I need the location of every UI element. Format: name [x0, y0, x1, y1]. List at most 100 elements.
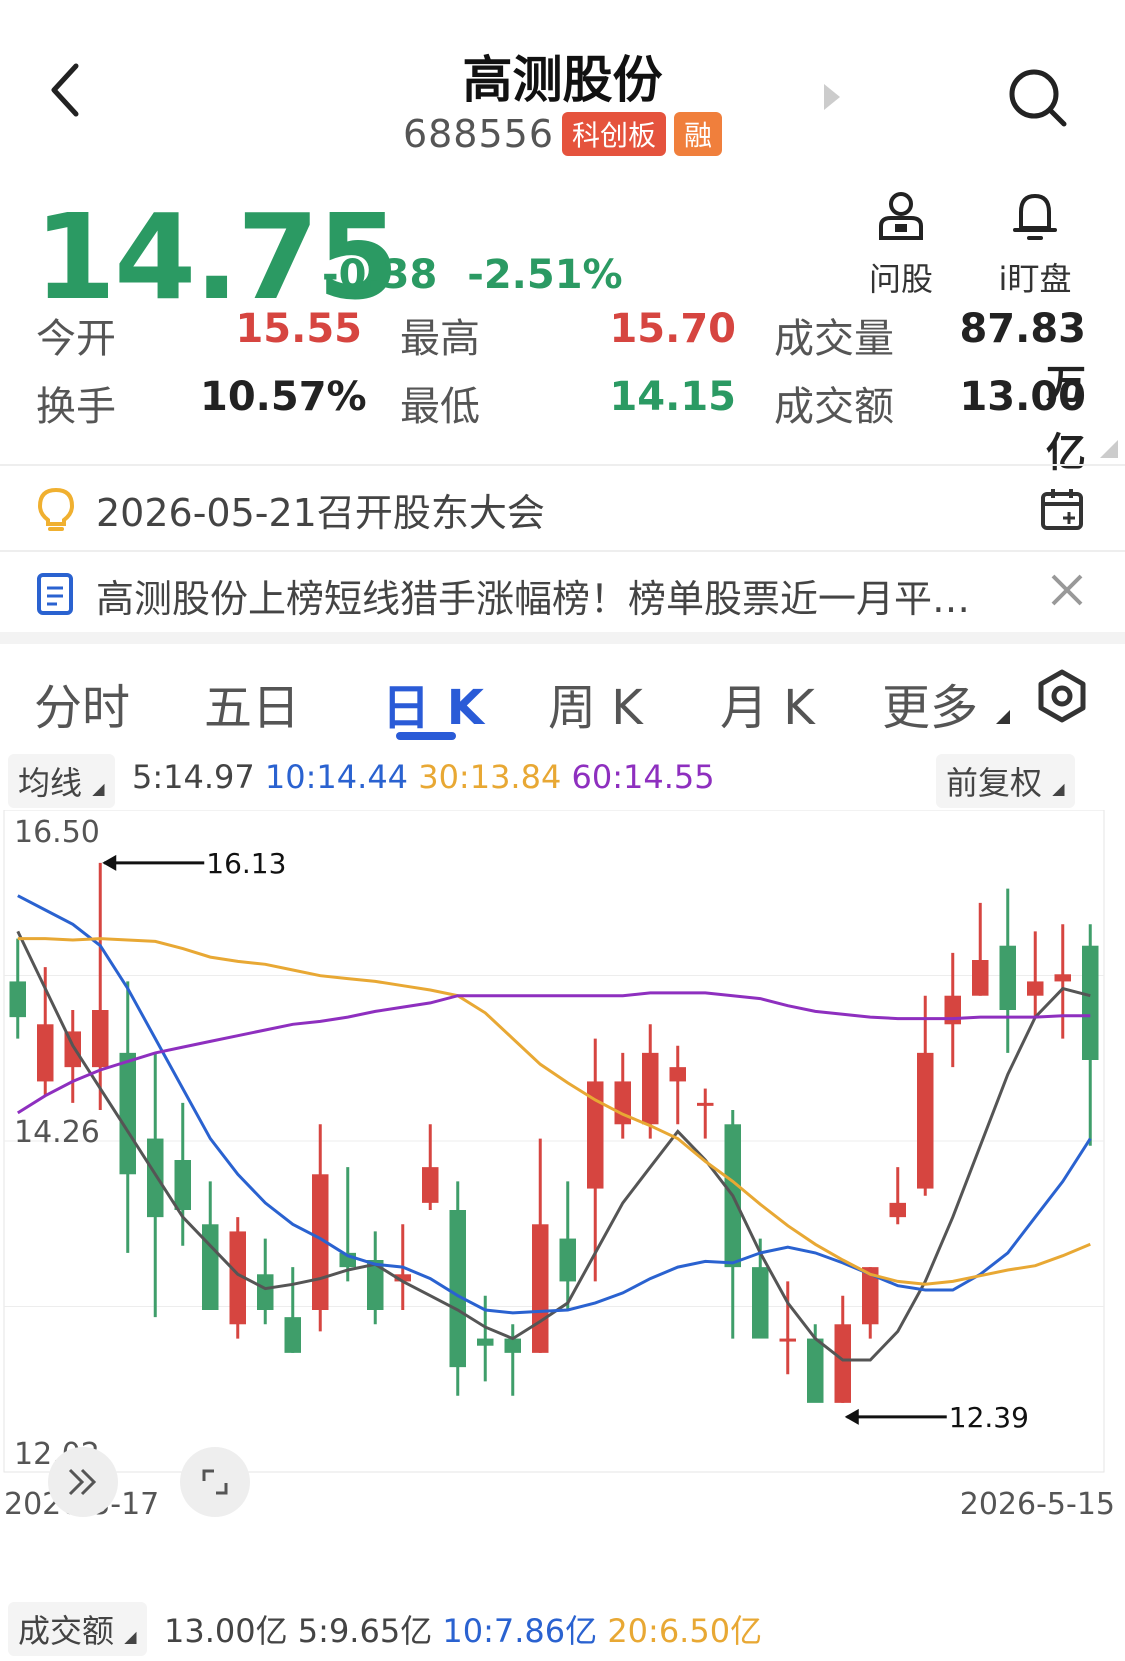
tab-week-k[interactable]: 周 K	[548, 668, 643, 738]
volume-dropdown[interactable]: 成交额 ◢	[8, 1602, 147, 1656]
dropdown-corner-icon: ◢	[1052, 779, 1065, 798]
tab-day-k[interactable]: 日 K	[382, 668, 484, 738]
expand-corner-icon[interactable]	[1100, 440, 1118, 458]
candle-body	[1082, 945, 1099, 1060]
y-axis-label-mid: 14.26	[14, 1115, 100, 1150]
ma60-value: 60:14.55	[571, 758, 715, 796]
volume-dropdown-label: 成交额	[18, 1612, 115, 1650]
max-annotation-arrow	[102, 854, 117, 871]
candle-body	[147, 1138, 164, 1218]
kline-chart[interactable]: 16.5014.2612.022026-3-172026-5-1516.1312…	[0, 810, 1125, 1562]
volume-values: 13.00亿 5:9.65亿 10:7.86亿 20:6.50亿	[164, 1606, 762, 1652]
fullscreen-button[interactable]	[180, 1447, 250, 1517]
volume-label: 成交量	[774, 316, 894, 362]
candle-body	[119, 1052, 136, 1175]
candle-body	[532, 1224, 549, 1353]
lightbulb-icon	[37, 487, 75, 531]
ma5-value: 5:14.97	[132, 758, 255, 796]
ask-stock-button[interactable]: 问股	[846, 190, 956, 300]
tab-five-day[interactable]: 五日	[204, 668, 300, 738]
quote-panel: 14.75 -0.38 -2.51% 问股 i盯盘 今开 15.55 最高 15…	[0, 170, 1125, 476]
high-label: 最高	[400, 316, 480, 362]
dropdown-corner-icon: ◢	[92, 779, 105, 798]
x-axis-label-end: 2026-5-15	[960, 1487, 1115, 1522]
change-amount: -0.38	[322, 252, 438, 298]
next-stock-icon[interactable]	[822, 82, 842, 116]
change-percent: -2.51%	[467, 252, 623, 298]
candle-body	[1054, 974, 1071, 982]
candle-body	[37, 1024, 54, 1082]
open-label: 今开	[36, 316, 116, 362]
notice-news-text: 高测股份上榜短线猎手涨幅榜！榜单股票近一月平…	[96, 577, 971, 621]
board-tag: 科创板	[562, 112, 667, 156]
calendar-add-icon[interactable]	[1039, 486, 1085, 532]
adjust-dropdown-label: 前复权	[946, 764, 1043, 802]
ma-indicator-bar: 均线 ◢ 5:14.97 10:14.44 30:13.84 60:14.55 …	[0, 752, 1125, 808]
candle-body	[422, 1167, 439, 1203]
tab-month-k[interactable]: 月 K	[720, 668, 815, 738]
more-dropdown-icon	[996, 710, 1010, 724]
candle-body	[807, 1338, 824, 1403]
candle-body	[9, 981, 26, 1018]
candle-body	[642, 1052, 659, 1125]
fullscreen-icon	[202, 1469, 228, 1495]
candle-body	[559, 1238, 576, 1282]
candle-body	[697, 1102, 714, 1106]
candle-body	[257, 1274, 274, 1310]
volume-ma20: 20:6.50亿	[607, 1612, 763, 1650]
double-chevron-right-icon	[68, 1468, 97, 1496]
low-label: 最低	[400, 384, 480, 430]
low-value: 14.15	[609, 374, 736, 420]
candle-body	[504, 1338, 521, 1353]
price-change: -0.38 -2.51%	[322, 252, 639, 298]
adjust-dropdown[interactable]: 前复权 ◢	[936, 754, 1075, 808]
stats-row-2: 换手 10.57% 最低 14.15 成交额 13.00亿	[0, 374, 1125, 476]
volume-ma5: 5:9.65亿	[297, 1612, 433, 1650]
candle-body	[477, 1338, 494, 1346]
ma-dropdown-label: 均线	[18, 764, 83, 802]
period-tabs: 分时 五日 日 K 周 K 月 K 更多	[0, 660, 1125, 740]
volume-ma10: 10:7.86亿	[442, 1612, 598, 1650]
divider	[0, 550, 1125, 552]
candle-body	[889, 1202, 906, 1218]
stock-code: 688556	[402, 112, 555, 156]
stats-row-1: 今开 15.55 最高 15.70 成交量 87.83万	[0, 306, 1125, 408]
watch-button[interactable]: i盯盘	[980, 190, 1090, 300]
candle-body	[999, 945, 1016, 1010]
candle-body	[284, 1317, 301, 1353]
notice-meeting[interactable]: 2026-05-21召开股东大会	[0, 468, 1125, 548]
watch-label: i盯盘	[998, 260, 1072, 298]
fast-forward-button[interactable]	[48, 1447, 118, 1517]
candle-body	[669, 1067, 686, 1082]
min-annotation-arrow	[844, 1408, 859, 1425]
candle-body	[449, 1210, 466, 1368]
ma30-value: 30:13.84	[418, 758, 562, 796]
document-icon	[37, 573, 73, 615]
candle-body	[834, 1324, 851, 1403]
stock-code-line: 688556 科创板 融	[0, 112, 1125, 156]
candle-body	[917, 1052, 934, 1189]
candle-body	[779, 1338, 796, 1342]
active-tab-indicator	[396, 732, 456, 740]
tab-minute[interactable]: 分时	[34, 668, 130, 738]
volume-indicator-bar: 成交额 ◢ 13.00亿 5:9.65亿 10:7.86亿 20:6.50亿	[0, 1600, 1125, 1656]
chart-settings-icon[interactable]	[1034, 668, 1090, 728]
tab-more[interactable]: 更多	[882, 668, 978, 738]
notice-meeting-text: 2026-05-21召开股东大会	[96, 491, 545, 535]
ma-dropdown[interactable]: 均线 ◢	[8, 754, 115, 808]
candle-body	[174, 1160, 191, 1210]
close-icon[interactable]	[1049, 572, 1085, 608]
min-annotation-label: 12.39	[949, 1401, 1029, 1434]
ma-values: 5:14.97 10:14.44 30:13.84 60:14.55	[132, 758, 715, 796]
candle-body	[1027, 981, 1044, 996]
turnover-value: 10.57%	[200, 374, 367, 420]
app-header: 高测股份 688556 科创板 融	[0, 0, 1125, 170]
divider	[0, 464, 1125, 466]
stock-name: 高测股份	[462, 51, 663, 109]
amount-value: 13.00亿	[959, 374, 1086, 476]
search-icon[interactable]	[1006, 66, 1076, 136]
notice-news[interactable]: 高测股份上榜短线猎手涨幅榜！榜单股票近一月平…	[0, 554, 1125, 634]
kline-chart-svg[interactable]: 16.5014.2612.022026-3-172026-5-1516.1312…	[0, 810, 1125, 1562]
max-annotation-label: 16.13	[206, 847, 286, 880]
candle-body	[202, 1224, 219, 1310]
